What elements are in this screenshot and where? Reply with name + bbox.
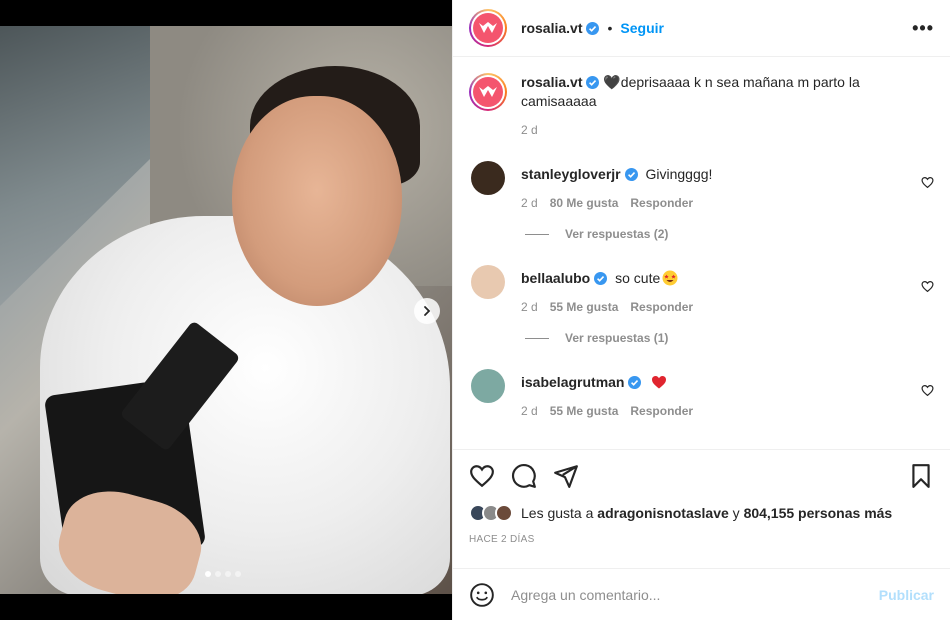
action-bar [469, 450, 934, 502]
comment-meta: 2 d 55 Me gusta Responder [521, 300, 934, 314]
red-heart-emoji-icon [652, 376, 667, 389]
comment-row: stanleygloverjr Givingggg! 2 d 80 Me gus… [469, 161, 934, 210]
caption-username[interactable]: rosalia.vt [521, 74, 582, 90]
caption-author-avatar[interactable] [469, 73, 507, 111]
emoji-smile-icon[interactable] [469, 582, 495, 608]
reply-button[interactable]: Responder [630, 300, 693, 314]
likes-summary: Les gusta a adragonisnotaslave y 804,155… [469, 504, 934, 522]
comment-meta: 2 d 55 Me gusta Responder [521, 404, 934, 418]
reply-button[interactable]: Responder [630, 196, 693, 210]
comment-composer: Publicar [453, 568, 950, 620]
post-media [0, 0, 452, 620]
carousel-dot [205, 571, 211, 577]
comment-likes[interactable]: 80 Me gusta [550, 196, 619, 210]
verified-badge-icon [624, 168, 638, 181]
liker-avatars [469, 504, 513, 522]
carousel-dot [215, 571, 221, 577]
comment-time[interactable]: 2 d [521, 300, 538, 314]
carousel-dot [235, 571, 241, 577]
carousel-dot [225, 571, 231, 577]
post-caption: rosalia.vt 🖤deprisaaaa k n sea mañana m … [469, 73, 934, 111]
likes-count[interactable]: 804,155 personas más [744, 505, 893, 521]
caption-timestamp[interactable]: 2 d [521, 123, 934, 137]
comment-row: isabelagrutman 2 d 55 Me gusta Responder [469, 369, 934, 418]
commenter-avatar[interactable] [471, 265, 505, 299]
comment-block: bellaalubo so cute 2 d 55 Me gusta Respo… [469, 265, 934, 345]
commenter-username[interactable]: isabelagrutman [521, 374, 624, 390]
more-options-icon[interactable]: ••• [912, 18, 934, 39]
share-icon[interactable] [553, 463, 579, 489]
star-struck-emoji-icon [662, 270, 678, 286]
bookmark-icon[interactable] [908, 463, 934, 489]
author-username[interactable]: rosalia.vt [521, 20, 582, 36]
comment-likes[interactable]: 55 Me gusta [550, 300, 619, 314]
commenter-username[interactable]: stanleygloverjr [521, 166, 621, 182]
verified-badge-icon [628, 376, 642, 389]
comments-list: rosalia.vt 🖤deprisaaaa k n sea mañana m … [453, 57, 950, 449]
comment-input[interactable] [511, 586, 879, 603]
verified-badge-icon [586, 21, 600, 35]
brand-logo-icon [473, 13, 503, 43]
follow-button[interactable]: Seguir [620, 20, 664, 36]
commenter-avatar[interactable] [471, 369, 505, 403]
carousel-indicator [205, 571, 241, 577]
comment-block: stanleygloverjr Givingggg! 2 d 80 Me gus… [469, 161, 934, 241]
author-avatar[interactable] [469, 9, 507, 47]
comment-row: bellaalubo so cute 2 d 55 Me gusta Respo… [469, 265, 934, 314]
comment-text: so cute [615, 270, 661, 286]
post-header: rosalia.vt • Seguir ••• [453, 0, 950, 57]
avatar[interactable] [495, 504, 513, 522]
comment-like-heart-icon[interactable] [921, 280, 934, 293]
carousel-next-button[interactable] [414, 298, 440, 324]
comment-icon[interactable] [511, 463, 537, 489]
comment-likes[interactable]: 55 Me gusta [550, 404, 619, 418]
instagram-post-modal: rosalia.vt • Seguir ••• rosalia.vt 🖤depr… [0, 0, 950, 620]
comment-text: Givingggg! [645, 166, 713, 182]
view-replies-button[interactable]: Ver respuestas (2) [525, 227, 934, 241]
liker-username[interactable]: adragonisnotaslave [597, 505, 729, 521]
comment-time[interactable]: 2 d [521, 196, 538, 210]
separator-dot: • [607, 20, 613, 36]
heart-outline-icon[interactable] [469, 463, 495, 489]
post-side-panel: rosalia.vt • Seguir ••• rosalia.vt 🖤depr… [452, 0, 950, 620]
verified-badge-icon [594, 272, 608, 285]
comment-like-heart-icon[interactable] [921, 176, 934, 189]
verified-badge-icon [586, 76, 600, 89]
post-time-ago[interactable]: HACE 2 DÍAS [469, 534, 934, 545]
comment-time[interactable]: 2 d [521, 404, 538, 418]
post-photo[interactable] [0, 26, 452, 594]
post-actions-area: Les gusta a adragonisnotaslave y 804,155… [453, 449, 950, 545]
commenter-username[interactable]: bellaalubo [521, 270, 590, 286]
comment-like-heart-icon[interactable] [921, 384, 934, 397]
commenter-avatar[interactable] [471, 161, 505, 195]
chevron-right-icon [424, 306, 431, 316]
brand-logo-icon [473, 77, 503, 107]
view-replies-button[interactable]: Ver respuestas (1) [525, 331, 934, 345]
comment-block: isabelagrutman 2 d 55 Me gusta Responder [469, 369, 934, 418]
comment-meta: 2 d 80 Me gusta Responder [521, 196, 934, 210]
publish-button[interactable]: Publicar [879, 587, 934, 603]
reply-button[interactable]: Responder [630, 404, 693, 418]
